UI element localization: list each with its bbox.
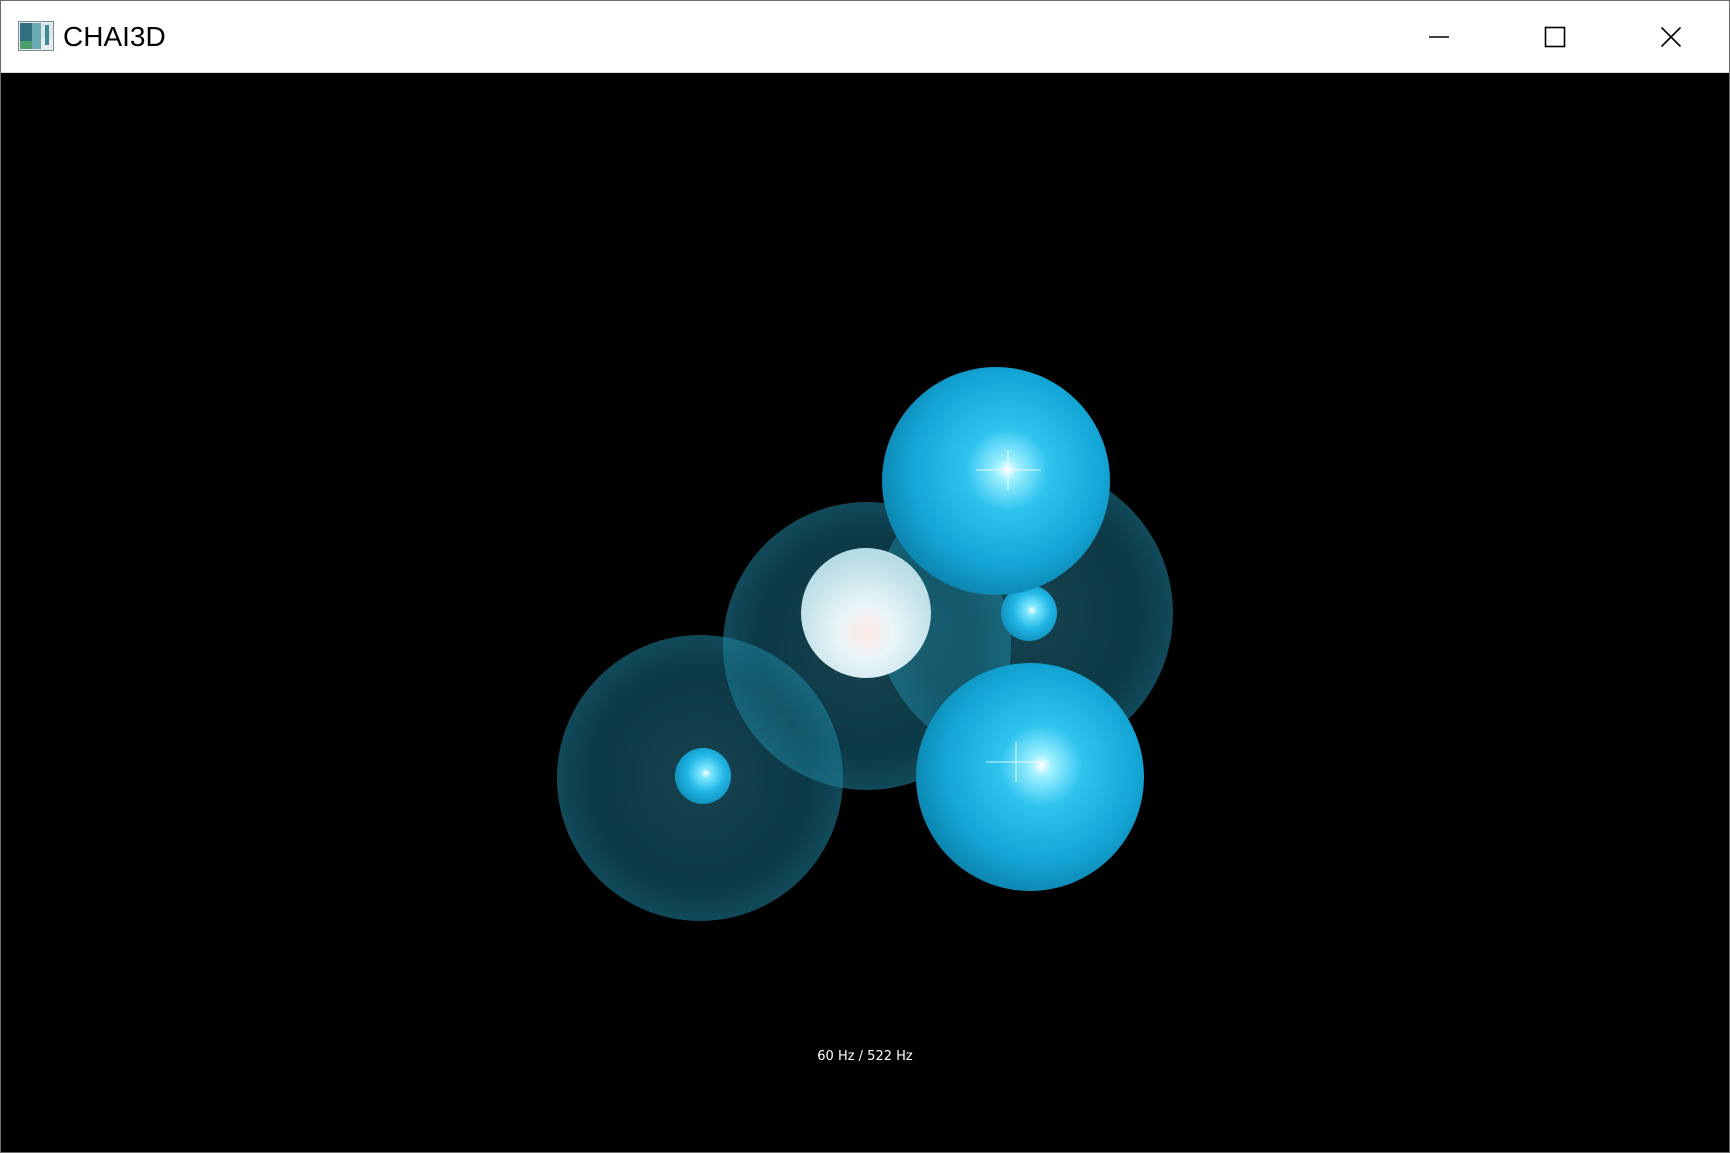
close-icon: [1660, 26, 1682, 47]
chai3d-app-icon: [18, 21, 54, 51]
bottom-solid-sphere[interactable]: [916, 663, 1144, 891]
haptic-cursor-sphere: [801, 548, 931, 678]
maximize-button[interactable]: [1497, 1, 1613, 72]
haptic-rate-label: 60 Hz / 522 Hz: [817, 1049, 913, 1064]
scene-canvas[interactable]: [1, 73, 1729, 1152]
maximize-icon: [1544, 26, 1566, 47]
minimize-button[interactable]: [1381, 1, 1497, 72]
left-inner-small-sphere: [675, 748, 731, 804]
minimize-icon: [1429, 35, 1449, 38]
window-title: CHAI3D: [63, 21, 166, 52]
chai3d-window: CHAI3D 60 Hz / 522 Hz: [0, 0, 1730, 1153]
close-button[interactable]: [1613, 1, 1729, 72]
3d-viewport[interactable]: [1, 73, 1729, 1152]
top-solid-sphere[interactable]: [882, 367, 1110, 595]
title-bar[interactable]: CHAI3D: [1, 1, 1729, 73]
